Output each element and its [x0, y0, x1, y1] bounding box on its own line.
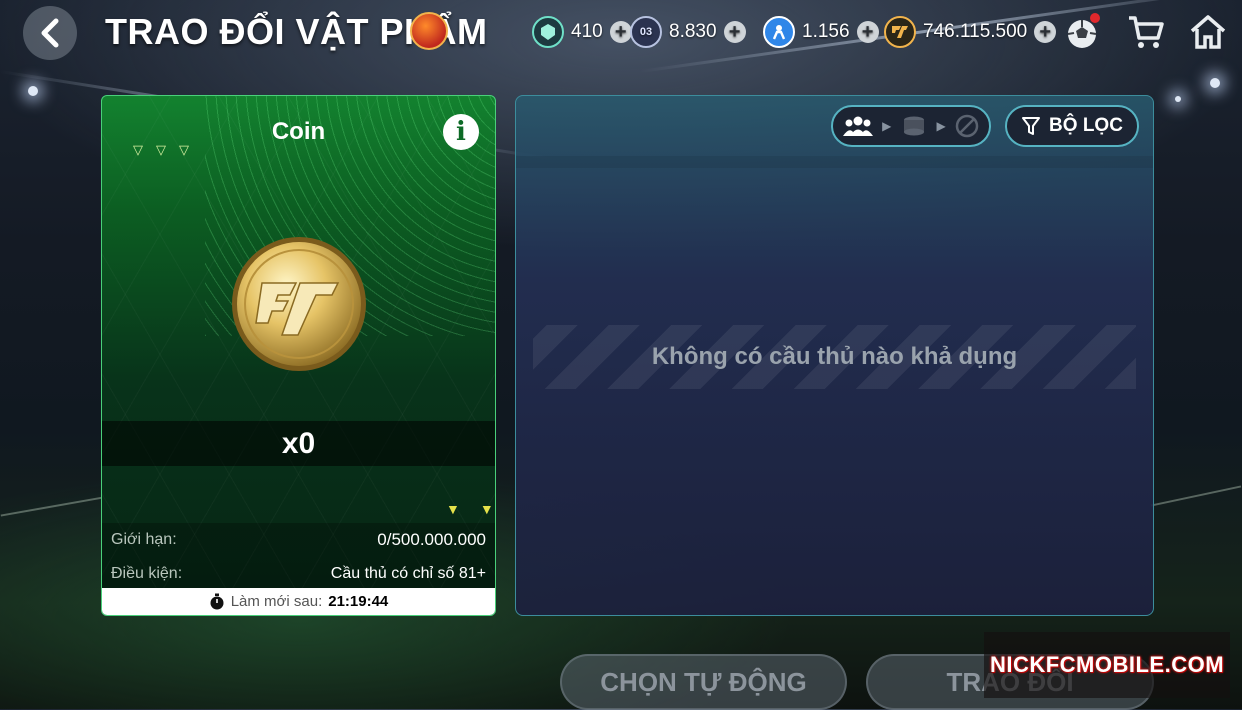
stopwatch-icon [210, 593, 224, 609]
currency-gems: 410 + [532, 14, 632, 50]
filter-button[interactable]: BỘ LỌC [1005, 105, 1139, 147]
item-quantity: x0 [102, 421, 495, 466]
triangle-down-icon: ▼ [446, 501, 460, 517]
refresh-label: Làm mới sau: [230, 593, 323, 610]
fc-coin-icon [884, 16, 916, 48]
refresh-timer: Làm mới sau: 21:19:44 [102, 588, 495, 615]
currency-trainers: 1.156 + [763, 14, 879, 50]
back-button[interactable] [23, 6, 77, 60]
stadium-light [1210, 78, 1220, 88]
condition-label: Điều kiện: [111, 565, 183, 582]
pitch-line [1150, 485, 1242, 507]
add-fc-coins-button[interactable]: + [1034, 21, 1057, 43]
condition-row: Điều kiện: Cầu thủ có chỉ số 81+ [102, 557, 495, 591]
triangle-down-icon: ▼ [479, 501, 494, 517]
triangle-down-icon: ▽ [179, 142, 189, 157]
limit-row: Giới hạn: 0/500.000.000 [102, 523, 495, 557]
info-button[interactable]: i [443, 114, 479, 150]
currency-value: 410 [571, 21, 603, 42]
currency-value: 746.115.500 [923, 21, 1028, 42]
players-icon [842, 116, 873, 136]
shop-button[interactable] [1126, 12, 1166, 52]
chevron-left-icon [41, 18, 59, 48]
currency-player-cards: 03 8.830 + [630, 14, 746, 50]
refresh-time: 21:19:44 [328, 593, 389, 610]
empty-state-message: Không có cầu thủ nào khả dụng [651, 343, 1018, 370]
add-player-cards-button[interactable]: + [723, 21, 746, 43]
pitch-line [0, 495, 110, 517]
limit-label: Giới hạn: [111, 531, 177, 548]
player-list-panel: ▶ ▶ BỘ LỌC Không có cầu thủ nào khả dụng [515, 95, 1154, 616]
watermark: NICKFCMOBILE.COM [984, 632, 1230, 698]
filter-label: BỘ LỌC [1049, 115, 1123, 136]
football-icon [1067, 13, 1100, 48]
gem-icon [532, 16, 564, 48]
empty-state: Không có cầu thủ nào khả dụng [533, 325, 1136, 389]
home-button[interactable] [1188, 12, 1228, 52]
caret-right-icon: ▶ [882, 119, 892, 133]
add-gems-button[interactable]: + [609, 21, 632, 43]
stadium-light [28, 86, 38, 96]
filter-icon [1022, 117, 1041, 135]
player-card-icon: 03 [630, 16, 662, 48]
condition-value: Cầu thủ có chỉ số 81+ [330, 565, 486, 582]
no-entry-icon [956, 114, 979, 138]
coin-stack-icon [903, 116, 924, 136]
trainer-icon [763, 16, 795, 48]
triangle-down-icon: ▽ [156, 142, 166, 157]
home-icon [1190, 15, 1226, 49]
triangle-down-icon: ▽ [133, 142, 143, 157]
fc-coin-icon [232, 237, 366, 371]
limit-value: 0/500.000.000 [377, 530, 486, 549]
currency-fc-coins: 746.115.500 + [884, 14, 1057, 50]
panel-divider [516, 156, 1153, 168]
sort-toggle[interactable]: ▶ ▶ [831, 105, 991, 147]
card-ornament: ▽ ▽ ▽ [133, 142, 189, 158]
card-ornament: ▼ ▼ [446, 501, 494, 517]
event-badge-icon[interactable] [410, 12, 448, 50]
auto-select-button[interactable]: CHỌN TỰ ĐỘNG [560, 654, 847, 710]
shopping-cart-icon [1129, 16, 1164, 48]
football-button[interactable] [1062, 12, 1102, 52]
caret-right-icon: ▶ [936, 119, 946, 133]
currency-value: 1.156 [802, 21, 850, 42]
add-trainers-button[interactable]: + [856, 21, 879, 43]
exchange-item-card[interactable]: Coin ▽ ▽ ▽ i x0 ▼ ▼ Giới hạn: 0/500.000.… [101, 95, 496, 616]
stadium-light [1175, 96, 1181, 102]
currency-value: 8.830 [669, 21, 717, 42]
